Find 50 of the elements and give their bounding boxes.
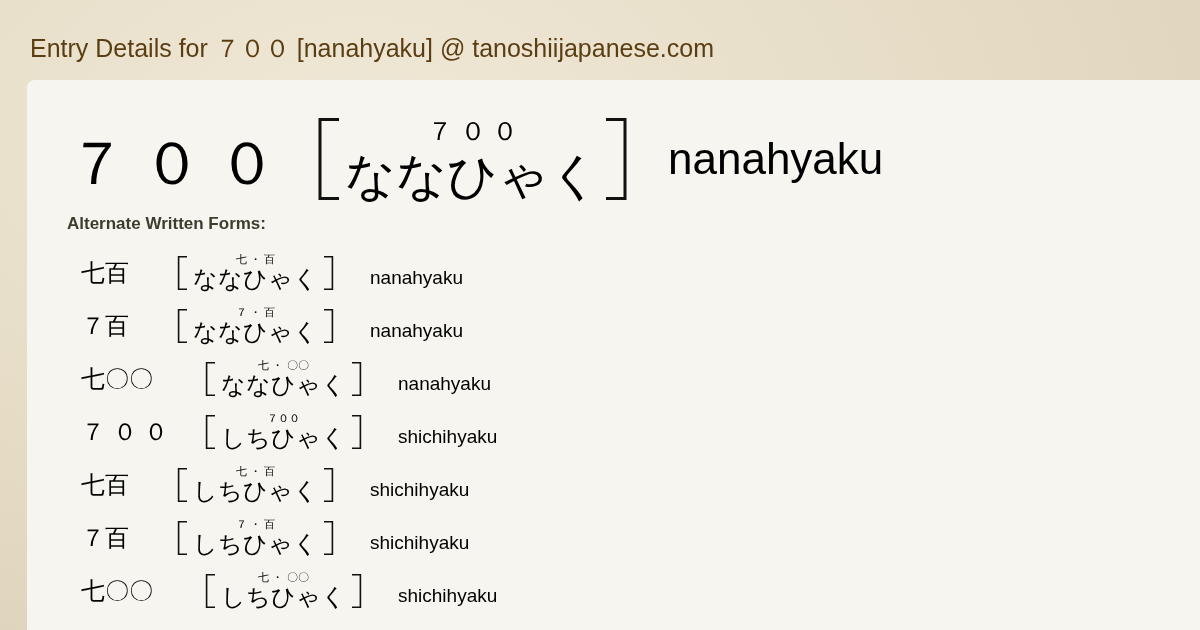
bracket-icon <box>177 521 187 555</box>
bracket-icon <box>205 415 215 449</box>
bracket-icon <box>177 468 187 502</box>
bracket-icon <box>324 521 334 555</box>
entry-reading: ななひゃく <box>345 149 600 204</box>
written-form: ７百 <box>81 311 130 342</box>
romaji: shichihyaku <box>370 531 470 554</box>
romaji: nanahyaku <box>370 266 463 289</box>
reading: しちひゃく <box>221 583 346 611</box>
bracket-icon <box>324 309 334 343</box>
reading: しちひゃく <box>193 530 318 558</box>
bracket-icon <box>352 362 362 396</box>
bracket-icon <box>205 362 215 396</box>
bracket-icon <box>205 574 215 608</box>
reading: しちひゃく <box>221 424 346 452</box>
written-form: 七〇〇 <box>81 364 154 395</box>
entry-romaji: nanahyaku <box>668 134 884 185</box>
furigana: 七 ・ 百 <box>235 465 276 478</box>
furigana: ７ ・ 百 <box>235 518 276 531</box>
bracket-icon <box>324 468 334 502</box>
romaji: nanahyaku <box>370 319 463 342</box>
written-form: ７ ０ ０ <box>81 417 170 448</box>
furigana: ７ ・ 百 <box>235 306 276 319</box>
furigana: 七 ・ 〇〇 <box>258 359 309 372</box>
written-form: 七百 <box>81 470 130 501</box>
written-form: 七百 <box>81 258 130 289</box>
bracket-icon <box>177 309 187 343</box>
written-form: 七〇〇 <box>81 576 154 607</box>
reading: しちひゃく <box>193 477 318 505</box>
bracket-icon <box>324 256 334 290</box>
reading: ななひゃく <box>193 318 318 346</box>
written-form: ７百 <box>81 523 130 554</box>
furigana: ７００ <box>267 412 300 425</box>
bracket-icon <box>606 118 628 200</box>
furigana: ７ ０ ０ <box>427 116 518 148</box>
furigana: 七 ・ 〇〇 <box>258 571 309 584</box>
page-title: Entry Details for ７００ [nanahyaku] @ tanoshiijapanese.com <box>30 33 715 63</box>
bracket-icon <box>352 574 362 608</box>
romaji: shichihyaku <box>398 425 498 448</box>
bracket-icon <box>352 415 362 449</box>
entry-word: ７ ０ ０ <box>67 134 277 199</box>
reading: ななひゃく <box>221 371 346 399</box>
romaji: nanahyaku <box>398 372 491 395</box>
romaji: shichihyaku <box>370 478 470 501</box>
bracket-icon <box>317 118 339 200</box>
furigana: 七 ・ 百 <box>235 253 276 266</box>
reading: ななひゃく <box>193 265 318 293</box>
romaji: shichihyaku <box>398 584 498 607</box>
bracket-icon <box>177 256 187 290</box>
section-heading: Alternate Written Forms: <box>67 214 267 234</box>
